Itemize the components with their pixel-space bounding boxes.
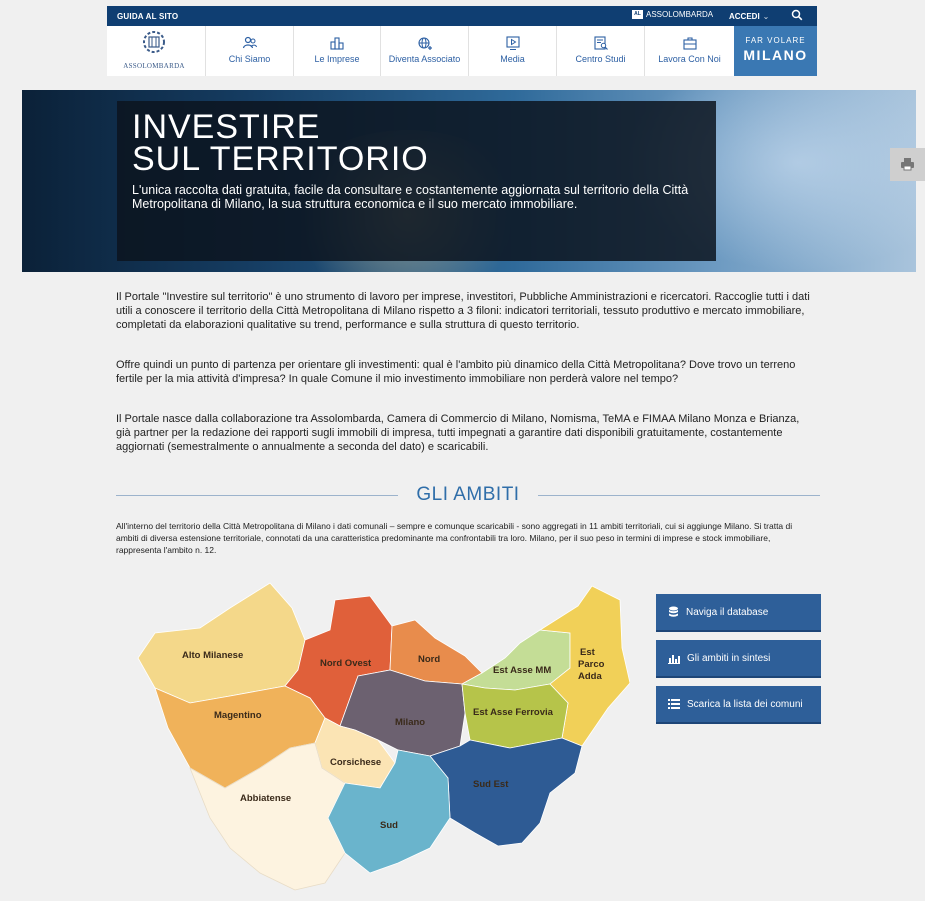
- briefcase-icon: [682, 37, 697, 50]
- login-dropdown[interactable]: ACCEDI ⌄: [729, 12, 769, 21]
- nav-label: Le Imprese: [314, 54, 360, 64]
- login-label: ACCEDI: [729, 12, 760, 21]
- chevron-down-icon: ⌄: [762, 12, 770, 21]
- hero-title: INVESTIRE SUL TERRITORIO: [132, 110, 701, 178]
- intro-paragraph-3: Il Portale nasce dalla collaborazione tr…: [116, 413, 800, 453]
- label-est-parco-adda-3: Adda: [578, 671, 602, 682]
- hero-title-line2: SUL TERRITORIO: [132, 140, 429, 178]
- ambiti-summary-button[interactable]: Gli ambiti in sintesi: [656, 640, 821, 678]
- ambiti-heading: GLI AMBITI: [116, 484, 820, 506]
- label-sud: Sud: [380, 820, 398, 831]
- nav-item-chi-siamo[interactable]: Chi Siamo: [205, 26, 293, 76]
- label-alto-milanese: Alto Milanese: [182, 650, 243, 661]
- play-icon: [505, 36, 520, 50]
- download-municipalities-button[interactable]: Scarica la lista dei comuni: [656, 686, 821, 724]
- ambiti-description: All'interno del territorio della Città M…: [116, 521, 793, 555]
- label-abbiatense: Abbiatense: [240, 793, 291, 804]
- label-nord-ovest: Nord Ovest: [320, 658, 372, 669]
- cog-emblem-icon: [143, 31, 165, 53]
- buildings-icon: [330, 37, 344, 50]
- region-alto-milanese[interactable]: [137, 582, 306, 704]
- nav-item-centro-studi[interactable]: Centro Studi: [556, 26, 644, 76]
- fvm-top: FAR VOLARE: [745, 36, 806, 45]
- hero-subtitle: L'unica raccolta dati gratuita, facile d…: [132, 183, 689, 211]
- intro-paragraph-2: Offre quindi un punto di partenza per or…: [116, 359, 796, 385]
- navigate-database-button[interactable]: Naviga il database: [656, 594, 821, 632]
- label-nord: Nord: [418, 654, 440, 665]
- search-icon[interactable]: [791, 9, 803, 21]
- nav-label: Centro Studi: [575, 54, 626, 64]
- intro-paragraph-1: Il Portale "Investire sul territorio" è …: [116, 291, 810, 331]
- label-est-asse-mm: Est Asse MM: [493, 665, 551, 676]
- button-label: Gli ambiti in sintesi: [687, 652, 771, 664]
- nav-item-diventa-associato[interactable]: Diventa Associato: [380, 26, 468, 76]
- assolombarda-label: ASSOLOMBARDA: [646, 10, 714, 19]
- database-icon: [669, 606, 678, 617]
- nav-item-le-imprese[interactable]: Le Imprese: [293, 26, 380, 76]
- fvm-bottom: MILANO: [743, 47, 808, 63]
- ambiti-map: Alto Milanese Nord Ovest Nord Est Asse M…: [137, 582, 630, 891]
- print-button[interactable]: [890, 148, 925, 181]
- main-nav: ASSOLOMBARDA Chi Siamo Le Imprese Divent…: [107, 26, 817, 76]
- label-corsichese: Corsichese: [330, 757, 381, 768]
- label-est-asse-ferrovia: Est Asse Ferrovia: [473, 707, 554, 718]
- people-icon: [242, 36, 257, 49]
- assolombarda-link[interactable]: AL ASSOLOMBARDA: [632, 10, 713, 19]
- assolombarda-mini-logo: AL: [632, 10, 643, 19]
- logo-text: ASSOLOMBARDA: [123, 62, 185, 70]
- hero-banner: INVESTIRE SUL TERRITORIO L'unica raccolt…: [22, 90, 916, 272]
- nav-item-media[interactable]: Media: [468, 26, 556, 76]
- label-sud-est: Sud Est: [473, 779, 509, 790]
- nav-label: Chi Siamo: [228, 54, 271, 64]
- label-magentino: Magentino: [214, 710, 262, 721]
- heading-rule-right: [538, 495, 820, 496]
- top-bar: GUIDA AL SITO AL ASSOLOMBARDA ACCEDI ⌄: [107, 6, 817, 26]
- nav-label: Diventa Associato: [388, 54, 461, 64]
- button-label: Naviga il database: [686, 606, 769, 618]
- globe-plus-icon: [417, 37, 432, 50]
- list-icon: [668, 699, 680, 709]
- label-est-parco-adda-1: Est: [580, 647, 596, 658]
- site-guide-link[interactable]: GUIDA AL SITO: [117, 12, 178, 21]
- label-milano: Milano: [395, 717, 425, 728]
- assolombarda-logo[interactable]: ASSOLOMBARDA: [119, 29, 189, 73]
- hero-caption: INVESTIRE SUL TERRITORIO L'unica raccolt…: [117, 101, 716, 261]
- nav-item-lavora-con-noi[interactable]: Lavora Con Noi: [644, 26, 734, 76]
- button-label: Scarica la lista dei comuni: [687, 698, 803, 710]
- chart-search-icon: [593, 36, 608, 50]
- label-est-parco-adda-2: Parco: [578, 659, 605, 670]
- printer-icon: [901, 158, 914, 171]
- bar-chart-icon: [668, 654, 680, 664]
- region-sud-est[interactable]: [429, 737, 583, 847]
- nav-label: Lavora Con Noi: [658, 54, 721, 64]
- nav-label: Media: [500, 54, 525, 64]
- far-volare-milano-banner[interactable]: FAR VOLARE MILANO: [734, 26, 817, 76]
